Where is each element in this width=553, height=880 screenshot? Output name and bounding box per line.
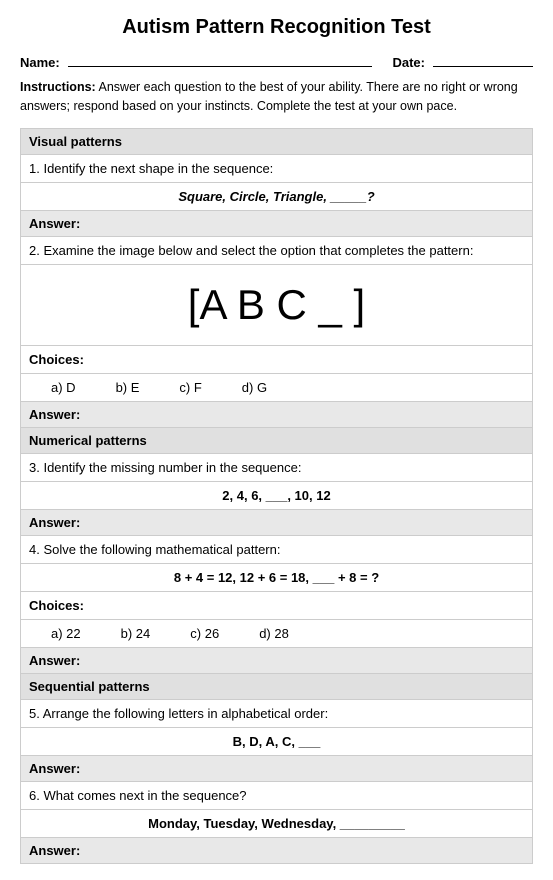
question-1-answer[interactable]: Answer: xyxy=(21,211,532,237)
page-title: Autism Pattern Recognition Test xyxy=(20,16,533,39)
name-date-row: Name: Date: xyxy=(20,51,533,70)
name-input-line[interactable] xyxy=(68,51,373,67)
question-4-choices-label: Choices: xyxy=(21,592,532,620)
question-1-sequence: Square, Circle, Triangle, _____? xyxy=(21,183,532,211)
question-2-display: [A B C _ ] xyxy=(21,265,532,346)
instructions-label: Instructions: xyxy=(20,80,96,94)
section-numerical: Numerical patterns 3. Identify the missi… xyxy=(20,428,533,674)
name-label: Name: xyxy=(20,55,60,70)
question-2-choices-label: Choices: xyxy=(21,346,532,374)
question-3-text: 3. Identify the missing number in the se… xyxy=(21,454,532,482)
date-input-line[interactable] xyxy=(433,51,533,67)
choice-2a[interactable]: a) D xyxy=(51,380,76,395)
choice-4d[interactable]: d) 28 xyxy=(259,626,289,641)
choice-2d[interactable]: d) G xyxy=(242,380,267,395)
question-2-answer[interactable]: Answer: xyxy=(21,402,532,427)
question-3-answer[interactable]: Answer: xyxy=(21,510,532,536)
section-sequential: Sequential patterns 5. Arrange the follo… xyxy=(20,674,533,864)
section-visual: Visual patterns 1. Identify the next sha… xyxy=(20,128,533,428)
question-4-sequence: 8 + 4 = 12, 12 + 6 = 18, ___ + 8 = ? xyxy=(21,564,532,592)
question-5-answer[interactable]: Answer: xyxy=(21,756,532,782)
section-numerical-header: Numerical patterns xyxy=(21,428,532,454)
question-6-text: 6. What comes next in the sequence? xyxy=(21,782,532,810)
question-5-sequence: B, D, A, C, ___ xyxy=(21,728,532,756)
question-4-answer[interactable]: Answer: xyxy=(21,648,532,673)
question-1-text: 1. Identify the next shape in the sequen… xyxy=(21,155,532,183)
question-3-sequence: 2, 4, 6, ___, 10, 12 xyxy=(21,482,532,510)
date-label: Date: xyxy=(392,55,425,70)
question-2-choices: a) D b) E c) F d) G xyxy=(21,374,532,402)
question-4-choices: a) 22 b) 24 c) 26 d) 28 xyxy=(21,620,532,648)
section-sequential-header: Sequential patterns xyxy=(21,674,532,700)
choice-4b[interactable]: b) 24 xyxy=(121,626,151,641)
section-visual-header: Visual patterns xyxy=(21,129,532,155)
choice-2c[interactable]: c) F xyxy=(179,380,201,395)
question-5-text: 5. Arrange the following letters in alph… xyxy=(21,700,532,728)
question-4-text: 4. Solve the following mathematical patt… xyxy=(21,536,532,564)
question-6-sequence: Monday, Tuesday, Wednesday, _________ xyxy=(21,810,532,838)
question-2-text: 2. Examine the image below and select th… xyxy=(21,237,532,265)
choice-4a[interactable]: a) 22 xyxy=(51,626,81,641)
choice-2b[interactable]: b) E xyxy=(116,380,140,395)
question-6-answer[interactable]: Answer: xyxy=(21,838,532,863)
choice-4c[interactable]: c) 26 xyxy=(190,626,219,641)
instructions: Instructions: Answer each question to th… xyxy=(20,78,533,116)
